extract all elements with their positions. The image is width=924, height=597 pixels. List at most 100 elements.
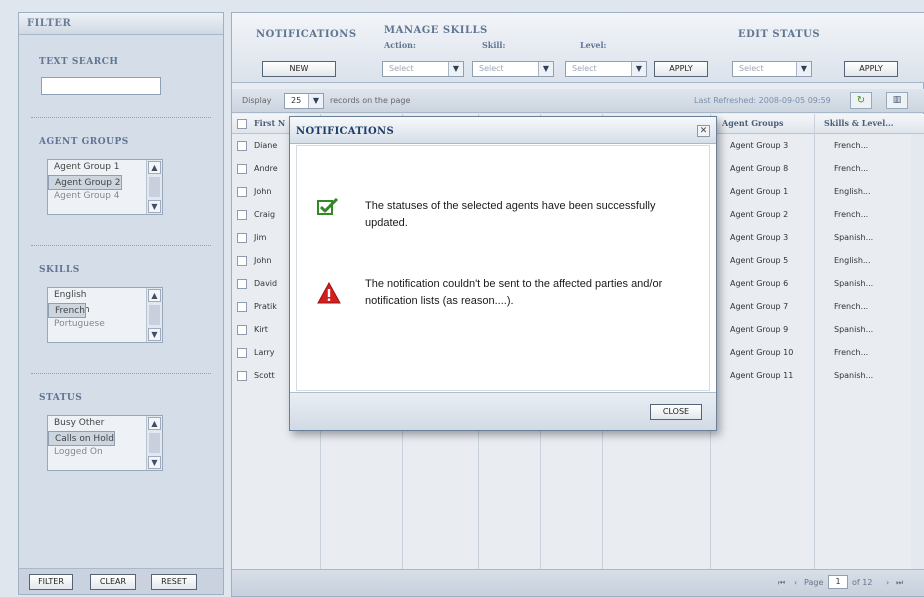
agent-groups-listbox[interactable]: Agent Group 1 Agent Group 2 Agent Group … [47,159,163,215]
chevron-down-icon[interactable]: ▼ [538,62,553,76]
list-item[interactable]: Logged On [48,446,162,457]
close-button[interactable]: CLOSE [650,404,702,420]
skills-label: SKILLS [39,265,80,275]
row-checkbox[interactable] [237,187,247,197]
refresh-icon[interactable]: ↻ [850,92,872,109]
cell-agent-group: Agent Group 3 [730,141,789,150]
list-item[interactable]: English [48,288,162,303]
list-item[interactable]: Agent Group 1 [48,160,162,175]
scroll-up-icon[interactable]: ▲ [148,161,161,174]
notifications-section-title: NOTIFICATIONS [256,29,357,40]
row-checkbox[interactable] [237,233,247,243]
level-label: Level: [580,40,607,50]
cell-agent-group: Agent Group 3 [730,233,789,242]
last-page-icon[interactable]: ⏭ [896,578,903,588]
select-value: Select [479,64,504,73]
pager: ⏮ ‹ Page 1 of 12 › ⏭ [232,569,924,596]
row-checkbox[interactable] [237,371,247,381]
clear-button[interactable]: CLEAR [90,574,136,590]
scroll-thumb[interactable] [149,433,160,453]
page-input[interactable]: 1 [828,575,848,589]
cell-skills: French... [834,210,869,219]
row-checkbox[interactable] [237,141,247,151]
chevron-down-icon[interactable]: ▼ [448,62,463,76]
row-checkbox[interactable] [237,348,247,358]
new-button[interactable]: NEW [262,61,336,77]
cell-first-name: Andre [254,164,278,173]
cell-skills: French... [834,164,869,173]
first-page-icon[interactable]: ⏮ [778,578,785,588]
close-icon[interactable]: ✕ [697,125,710,137]
cell-first-name: Kirt [254,325,268,334]
chevron-down-icon[interactable]: ▼ [796,62,811,76]
apply-status-button[interactable]: APPLY [844,61,898,77]
scroll-down-icon[interactable]: ▼ [148,328,161,341]
grid-scrollbar[interactable] [911,134,924,570]
scrollbar[interactable]: ▲ ▼ [146,288,162,342]
cell-first-name: John [254,187,272,196]
action-label: Action: [384,40,416,50]
cell-agent-group: Agent Group 1 [730,187,789,196]
divider [31,373,211,374]
cell-skills: French... [834,141,869,150]
chevron-down-icon[interactable]: ▼ [308,94,323,108]
row-checkbox[interactable] [237,256,247,266]
records-suffix: records on the page [330,96,411,105]
page-label: Page [804,578,824,587]
chevron-down-icon[interactable]: ▼ [631,62,646,76]
status-listbox[interactable]: Busy Other Calls on Hold Logged Off Logg… [47,415,163,471]
text-search-input[interactable] [41,77,161,95]
skills-listbox[interactable]: English French Spanish Portuguese ▲ ▼ [47,287,163,343]
columns-icon[interactable]: ▥ [886,92,908,109]
prev-page-icon[interactable]: ‹ [794,578,797,587]
column-skills-level[interactable]: Skills & Level... [824,118,894,128]
row-checkbox[interactable] [237,210,247,220]
cell-first-name: Diane [254,141,278,150]
cell-skills: Spanish... [834,325,874,334]
select-value: Select [572,64,597,73]
apply-skills-button[interactable]: APPLY [654,61,708,77]
records-per-page-select[interactable]: 25 ▼ [284,93,324,109]
warning-icon [317,282,341,304]
list-item[interactable]: French [48,303,86,318]
cell-first-name: Scott [254,371,275,380]
filter-panel-title: FILTER [19,13,223,35]
edit-status-section-title: EDIT STATUS [738,29,821,40]
cell-skills: Spanish... [834,233,874,242]
select-all-checkbox[interactable] [237,119,247,129]
next-page-icon[interactable]: › [886,578,889,587]
list-item[interactable]: Busy Other [48,416,162,431]
skill-select[interactable]: Select ▼ [472,61,554,77]
list-item[interactable]: Agent Group 2 [48,175,122,190]
level-select[interactable]: Select ▼ [565,61,647,77]
scroll-down-icon[interactable]: ▼ [148,200,161,213]
cell-agent-group: Agent Group 6 [730,279,789,288]
scroll-thumb[interactable] [149,305,160,325]
column-first-name[interactable]: First N [254,118,285,128]
cell-first-name: John [254,256,272,265]
display-label: Display [242,96,272,105]
list-item[interactable]: Agent Group 4 [48,190,162,201]
list-item[interactable]: Calls on Hold [48,431,115,446]
cell-skills: Spanish... [834,279,874,288]
cell-agent-group: Agent Group 9 [730,325,789,334]
cell-first-name: Jim [254,233,267,242]
scroll-thumb[interactable] [149,177,160,197]
filter-button[interactable]: FILTER [29,574,73,590]
list-item[interactable]: Portuguese [48,318,162,329]
column-agent-groups[interactable]: Agent Groups [722,118,783,128]
row-checkbox[interactable] [237,279,247,289]
scrollbar[interactable]: ▲ ▼ [146,160,162,214]
scroll-up-icon[interactable]: ▲ [148,417,161,430]
scroll-up-icon[interactable]: ▲ [148,289,161,302]
action-select[interactable]: Select ▼ [382,61,464,77]
row-checkbox[interactable] [237,164,247,174]
row-checkbox[interactable] [237,302,247,312]
status-select[interactable]: Select ▼ [732,61,812,77]
scrollbar[interactable]: ▲ ▼ [146,416,162,470]
dialog-footer: CLOSE [290,392,716,430]
reset-button[interactable]: RESET [151,574,197,590]
row-checkbox[interactable] [237,325,247,335]
scroll-down-icon[interactable]: ▼ [148,456,161,469]
cell-agent-group: Agent Group 2 [730,210,789,219]
